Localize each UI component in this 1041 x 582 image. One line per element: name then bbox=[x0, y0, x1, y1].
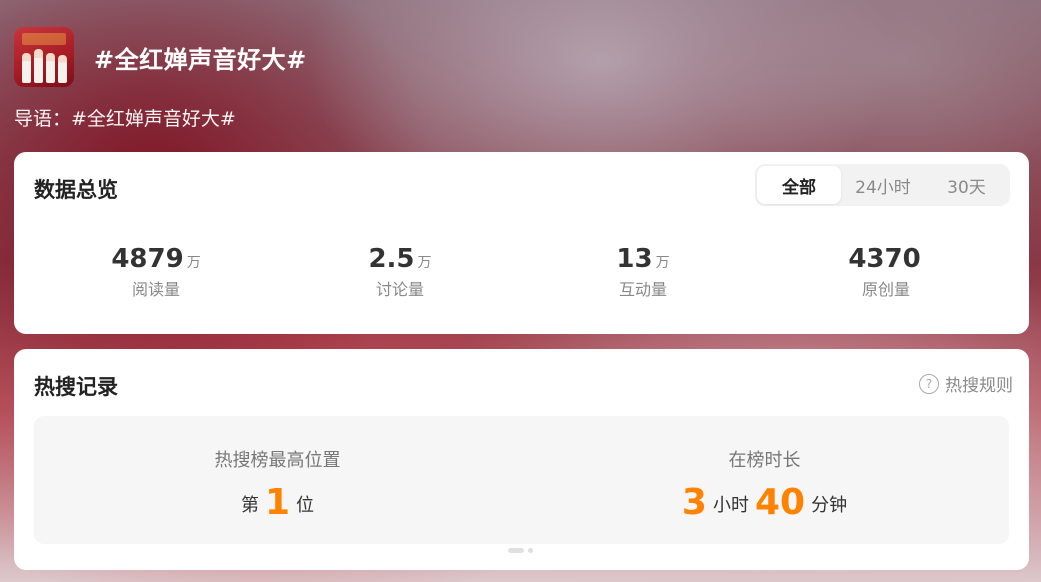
duration-hours: 3 bbox=[681, 482, 707, 523]
stat-unit: 万 bbox=[186, 255, 201, 271]
stat-interactions: 13 万 互动量 bbox=[543, 244, 743, 300]
stat-reads: 4879 万 阅读量 bbox=[56, 244, 256, 300]
hot-search-card: 热搜记录 ? 热搜规则 热搜榜最高位置 第1位 在榜时长 3 小时 40 分钟 bbox=[14, 349, 1029, 570]
indicator-dot[interactable] bbox=[528, 548, 533, 553]
stat-label: 原创量 bbox=[861, 280, 910, 299]
duration-minutes: 40 bbox=[754, 482, 806, 523]
hot-search-title: 热搜记录 bbox=[34, 375, 118, 399]
minutes-unit: 分钟 bbox=[811, 495, 848, 516]
hot-search-rules-link[interactable]: ? 热搜规则 bbox=[919, 371, 1013, 396]
hours-unit: 小时 bbox=[712, 495, 749, 516]
topic-avatar[interactable] bbox=[14, 27, 74, 87]
stat-unit: 万 bbox=[655, 255, 670, 271]
stat-label: 互动量 bbox=[618, 280, 667, 299]
peak-value: 1 bbox=[264, 482, 291, 523]
hot-search-record-panel: 热搜榜最高位置 第1位 在榜时长 3 小时 40 分钟 bbox=[34, 416, 1009, 544]
tab-all[interactable]: 全部 bbox=[757, 166, 841, 204]
peak-prefix: 第 bbox=[240, 495, 259, 516]
stat-value: 2.5 bbox=[368, 244, 415, 274]
tab-30d[interactable]: 30天 bbox=[925, 166, 1008, 204]
topic-title: #全红婵声音好大# bbox=[94, 45, 307, 74]
rules-label: 热搜规则 bbox=[945, 376, 1013, 396]
indicator-dot[interactable] bbox=[508, 548, 524, 553]
stat-label: 讨论量 bbox=[375, 280, 424, 299]
stat-value: 4370 bbox=[848, 244, 921, 274]
peak-heading: 热搜榜最高位置 bbox=[214, 450, 341, 471]
list-duration: 在榜时长 3 小时 40 分钟 bbox=[521, 416, 1008, 544]
stat-discussions: 2.5 万 讨论量 bbox=[300, 244, 500, 300]
tab-24h[interactable]: 24小时 bbox=[841, 166, 925, 204]
question-icon: ? bbox=[919, 373, 939, 394]
duration-heading: 在榜时长 bbox=[728, 450, 801, 471]
stat-originals: 4370 原创量 bbox=[786, 244, 986, 300]
topic-lead: 导语：#全红婵声音好大# bbox=[14, 104, 236, 131]
time-range-tabs: 全部 24小时 30天 bbox=[755, 164, 1010, 206]
stats-row: 4879 万 阅读量 2.5 万 讨论量 13 万 互动量 4370 原创量 bbox=[14, 244, 1029, 314]
stat-value: 13 bbox=[616, 244, 653, 274]
peak-suffix: 位 bbox=[296, 495, 315, 516]
lead-text: #全红婵声音好大# bbox=[71, 108, 236, 130]
data-overview-card: 数据总览 全部 24小时 30天 4879 万 阅读量 2.5 万 讨论量 13 万 … bbox=[14, 152, 1029, 334]
stat-value: 4879 bbox=[111, 244, 184, 274]
stat-unit: 万 bbox=[417, 255, 432, 271]
overview-title: 数据总览 bbox=[34, 178, 118, 202]
stat-label: 阅读量 bbox=[131, 280, 180, 299]
carousel-indicator bbox=[508, 548, 533, 553]
peak-position: 热搜榜最高位置 第1位 bbox=[34, 416, 521, 544]
lead-label: 导语： bbox=[14, 108, 72, 130]
topic-header: #全红婵声音好大# bbox=[14, 27, 307, 87]
